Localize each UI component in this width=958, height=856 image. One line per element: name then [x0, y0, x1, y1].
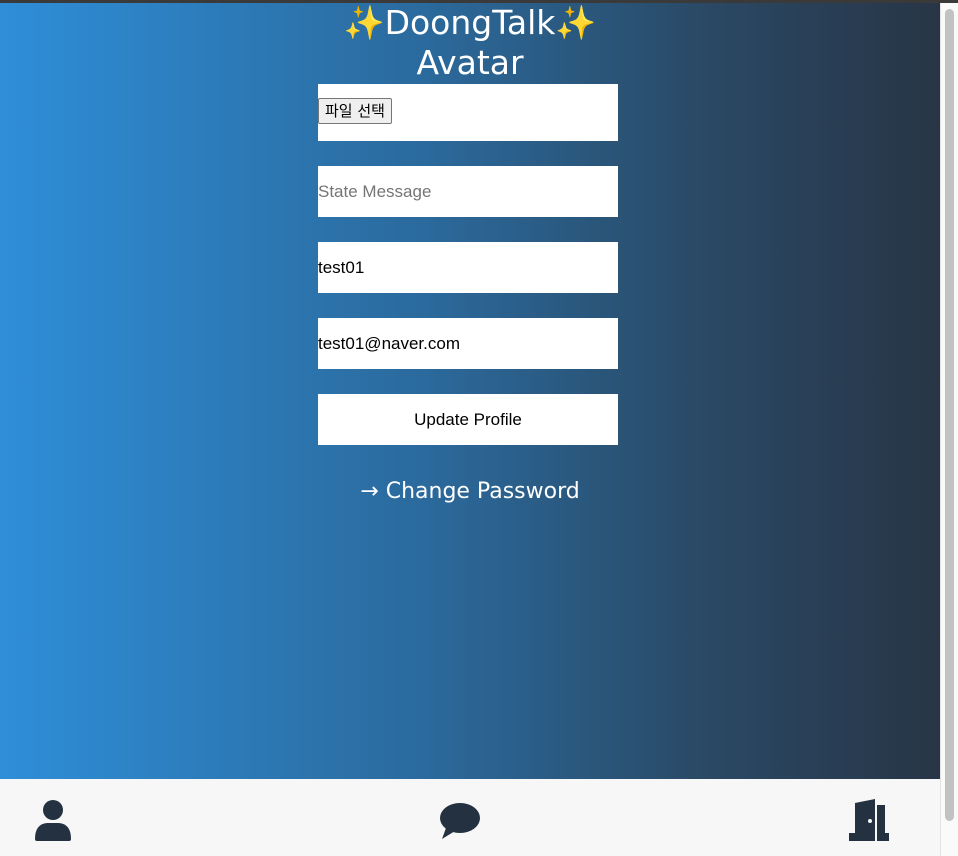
- chat-bubble-icon[interactable]: [440, 799, 480, 841]
- page-title: Avatar: [416, 43, 524, 82]
- avatar-file-field: 파일 선택: [318, 84, 618, 141]
- state-message-input[interactable]: [318, 166, 618, 217]
- change-password-link[interactable]: → Change Password: [0, 477, 940, 507]
- vertical-scrollbar[interactable]: [940, 3, 958, 856]
- app-title: ✨DoongTalk✨: [343, 3, 597, 42]
- door-exit-icon[interactable]: [849, 799, 889, 841]
- bottom-navigation: [0, 779, 940, 856]
- profile-panel: ✨DoongTalk✨ Avatar 파일 선택 Update Profile …: [0, 3, 940, 779]
- username-input[interactable]: [318, 242, 618, 293]
- email-input[interactable]: [318, 318, 618, 369]
- scrollbar-thumb[interactable]: [945, 9, 954, 821]
- update-profile-button[interactable]: Update Profile: [318, 394, 618, 445]
- choose-file-button[interactable]: 파일 선택: [318, 98, 392, 124]
- user-icon[interactable]: [33, 799, 73, 841]
